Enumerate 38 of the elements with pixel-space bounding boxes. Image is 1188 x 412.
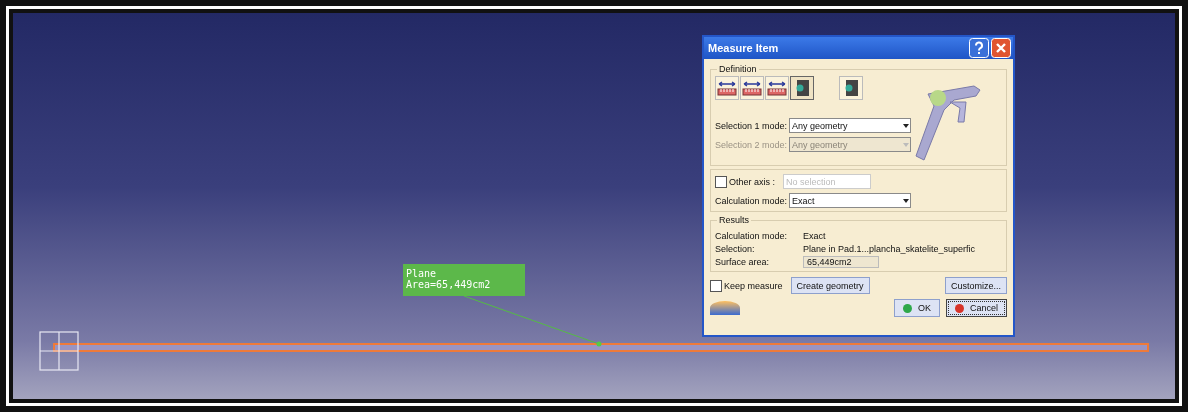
dot-icon bbox=[902, 303, 912, 313]
dot-icon bbox=[955, 303, 964, 313]
checkbox[interactable] bbox=[715, 175, 727, 188]
caret-icon bbox=[903, 198, 910, 203]
result-field: 65,449cm2 bbox=[803, 255, 879, 268]
result-value: Exact bbox=[803, 230, 826, 241]
axis-icon bbox=[39, 331, 79, 371]
ruler-icon[interactable] bbox=[715, 76, 739, 100]
caret-icon bbox=[903, 123, 910, 128]
result-label: Selection: bbox=[715, 243, 756, 254]
result-value: Plane in Pad.1...plancha_skatelite_superfic bbox=[803, 243, 976, 254]
window-title: Measure Item bbox=[708, 42, 780, 54]
create-geometry-button[interactable]: Create geometry bbox=[790, 277, 870, 294]
caret-icon bbox=[903, 142, 910, 147]
checkbox-label: Keep measure bbox=[724, 280, 783, 291]
help-icon[interactable] bbox=[969, 38, 989, 58]
axis-input-field[interactable]: No selection bbox=[783, 174, 871, 189]
ruler-icon[interactable] bbox=[765, 76, 789, 100]
cancel-button[interactable]: Cancel bbox=[946, 299, 1007, 317]
measure-part-icon[interactable] bbox=[790, 76, 814, 100]
checkbox[interactable] bbox=[710, 279, 722, 292]
group-label: Results bbox=[717, 215, 751, 225]
calculation-mode-dropdown[interactable]: Exact bbox=[789, 193, 912, 208]
field-label: Calculation mode: bbox=[715, 195, 788, 206]
result-label: Calculation mode: bbox=[715, 230, 789, 241]
measure-label: Plane Area=65,449cm2 bbox=[403, 264, 525, 296]
ruler-icon[interactable] bbox=[740, 76, 764, 100]
field-label: Selection 1 mode: bbox=[715, 120, 788, 131]
ok-button[interactable]: OK bbox=[893, 299, 940, 317]
field-label: Selection 2 mode: bbox=[715, 139, 788, 150]
logo-icon bbox=[710, 301, 740, 315]
group-label: Definition bbox=[717, 64, 759, 74]
result-label: Surface area: bbox=[715, 256, 771, 267]
measure-part-icon[interactable] bbox=[839, 76, 863, 100]
selection-dropdown[interactable]: Any geometry bbox=[789, 118, 912, 133]
close-icon[interactable] bbox=[991, 38, 1011, 58]
checkbox-label: Other axis : bbox=[729, 176, 775, 187]
customize-button[interactable]: Customize... bbox=[945, 277, 1007, 294]
